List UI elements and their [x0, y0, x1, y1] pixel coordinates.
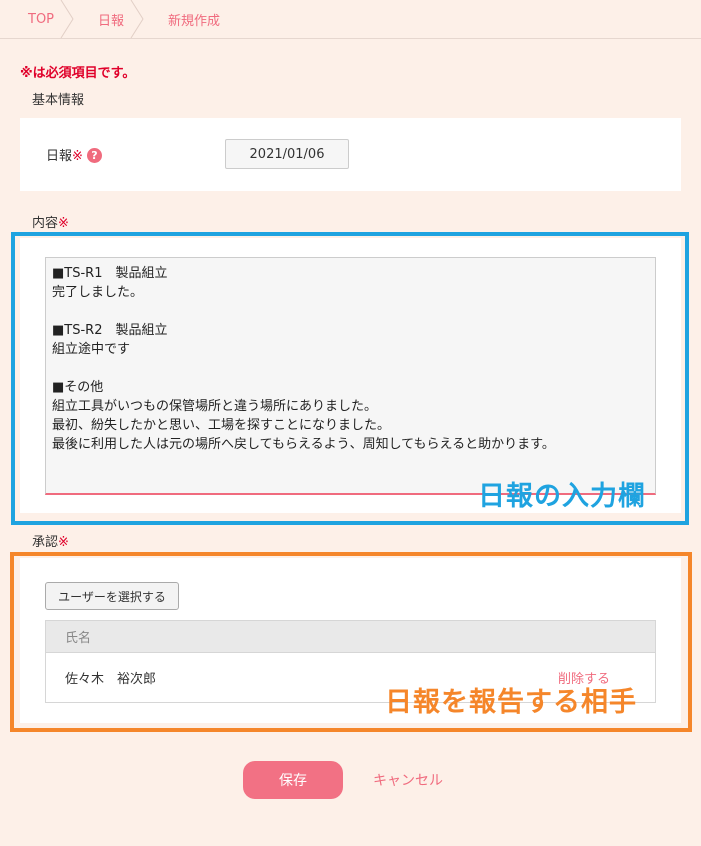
required-mark: ※: [58, 216, 69, 231]
breadcrumb-item-top[interactable]: TOP: [0, 0, 84, 39]
input-area-annotation: 日報の入力欄: [478, 481, 646, 512]
basic-info-panel: [20, 118, 681, 191]
content-label: 内容: [32, 216, 59, 231]
breadcrumb: TOP 日報 新規作成: [0, 0, 701, 39]
required-note: ※は必須項目です。: [20, 66, 136, 81]
required-mark: ※: [58, 535, 69, 550]
chevron-right-icon: [60, 0, 74, 38]
required-mark: ※: [72, 149, 83, 164]
date-label-row: 日報※?: [46, 145, 102, 164]
breadcrumb-item-nippo[interactable]: 日報: [84, 0, 154, 39]
date-label: 日報: [46, 149, 73, 164]
approval-label: 承認: [32, 535, 59, 550]
breadcrumb-label[interactable]: TOP: [28, 12, 54, 27]
save-button[interactable]: 保存: [243, 761, 343, 799]
chevron-right-icon: [130, 0, 144, 38]
breadcrumb-item-new: 新規作成: [154, 0, 250, 39]
help-icon[interactable]: ?: [86, 148, 102, 163]
breadcrumb-label: 新規作成: [168, 13, 221, 29]
date-field[interactable]: 2021/01/06: [225, 139, 349, 169]
content-heading: 内容※: [32, 212, 69, 231]
approval-heading: 承認※: [32, 531, 69, 550]
breadcrumb-label[interactable]: 日報: [98, 10, 124, 29]
cancel-link[interactable]: キャンセル: [373, 770, 443, 790]
report-target-annotation: 日報を報告する相手: [385, 687, 637, 718]
basic-info-heading: 基本情報: [32, 93, 85, 108]
